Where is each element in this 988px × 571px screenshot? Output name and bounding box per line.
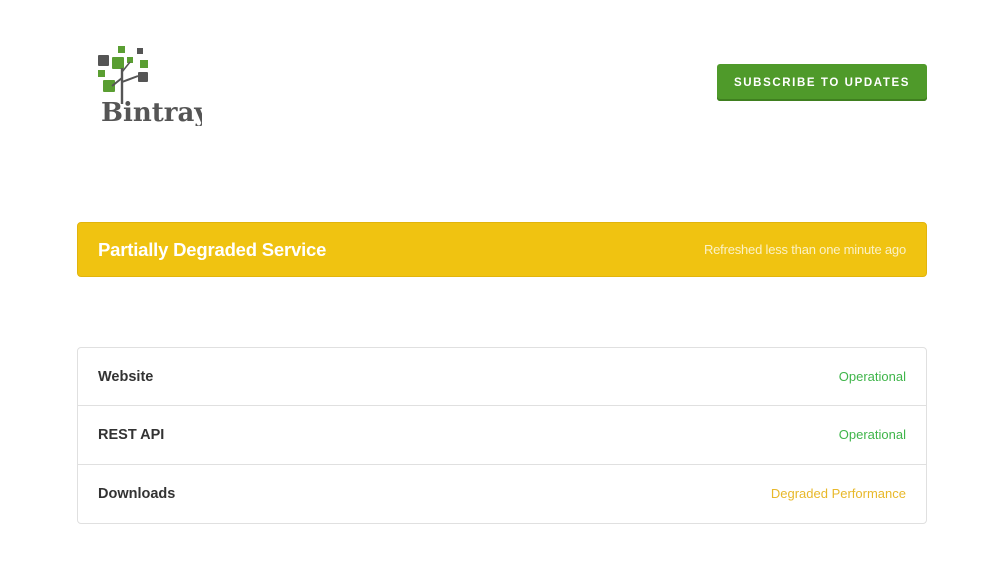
- component-status: Degraded Performance: [770, 486, 906, 502]
- component-status: Operational: [838, 369, 906, 385]
- status-page: Bintray SUBSCRIBE TO UPDATES Partially D…: [0, 0, 988, 571]
- components-list: Website Operational REST API Operational…: [77, 347, 927, 524]
- component-status: Operational: [838, 427, 906, 443]
- status-banner: Partially Degraded Service Refreshed les…: [77, 222, 927, 277]
- status-title: Partially Degraded Service: [98, 238, 327, 260]
- refreshed-timestamp: Refreshed less than one minute ago: [703, 242, 906, 257]
- bintray-logo[interactable]: Bintray: [98, 46, 202, 126]
- logo-wordmark: Bintray: [101, 98, 202, 126]
- component-row-rest-api: REST API Operational: [78, 406, 926, 465]
- component-name: Downloads: [98, 485, 176, 502]
- component-name: Website: [98, 368, 154, 385]
- component-row-downloads: Downloads Degraded Performance: [78, 465, 926, 523]
- logo-tree-icon: Bintray: [98, 46, 202, 126]
- subscribe-button[interactable]: SUBSCRIBE TO UPDATES: [717, 64, 927, 101]
- component-name: REST API: [98, 426, 165, 443]
- component-row-website: Website Operational: [78, 348, 926, 407]
